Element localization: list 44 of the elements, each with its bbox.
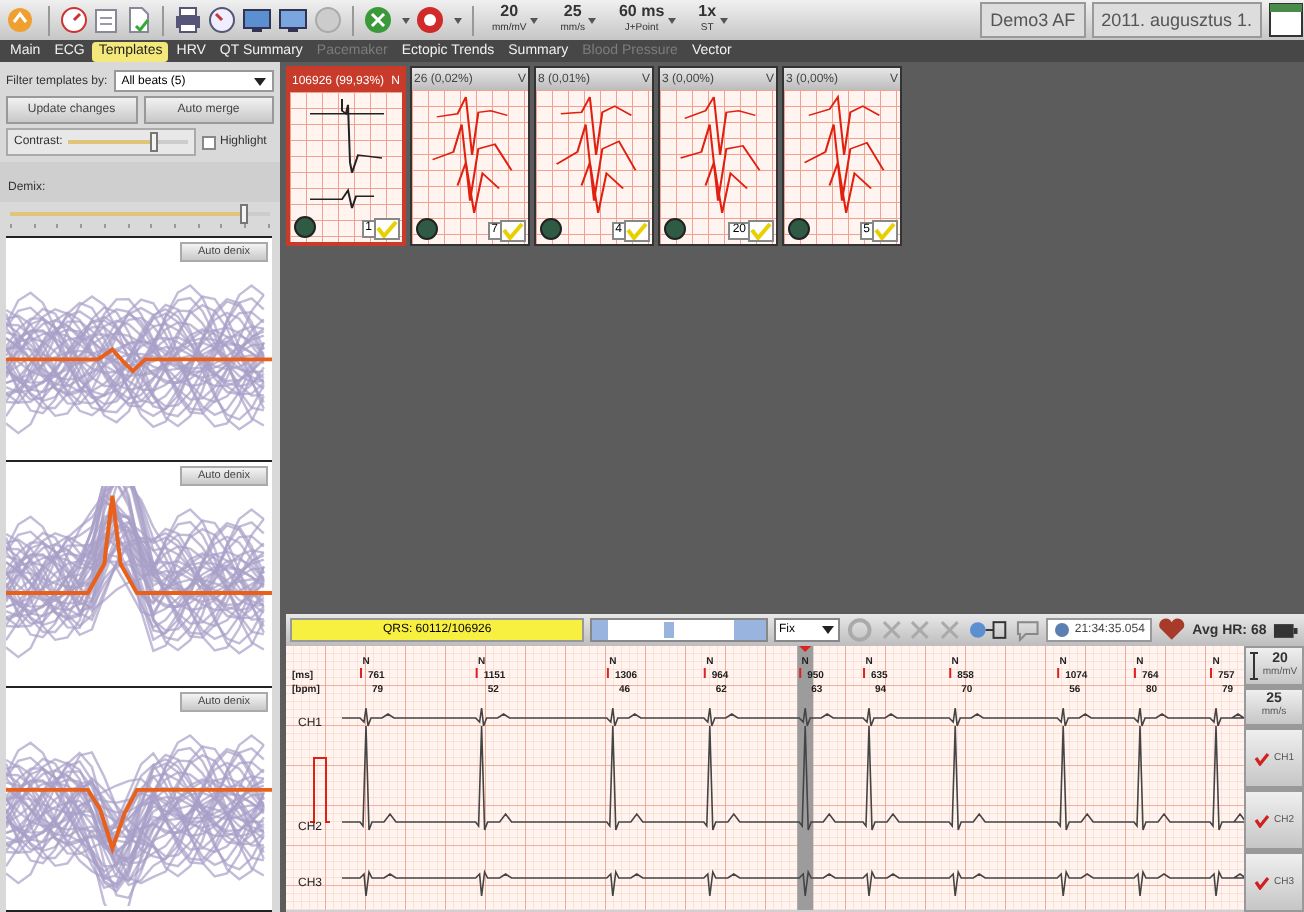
template-checkbox[interactable] xyxy=(748,220,774,242)
beat-marker xyxy=(475,668,478,678)
status-dot-icon xyxy=(294,216,316,238)
beat-marker xyxy=(606,668,609,678)
scrollbar[interactable] xyxy=(590,618,768,642)
beat-marker xyxy=(1133,668,1136,678)
app-logo-icon[interactable] xyxy=(6,6,38,34)
beat-marker xyxy=(863,668,866,678)
beat-marker xyxy=(799,668,802,678)
speech-bubble-icon[interactable] xyxy=(1013,617,1041,643)
template-checkbox[interactable] xyxy=(624,220,650,242)
caret-icon[interactable] xyxy=(402,17,410,23)
calendar-icon[interactable] xyxy=(1268,2,1304,38)
beat-marker xyxy=(1210,668,1212,678)
template-checkbox[interactable] xyxy=(374,218,400,240)
device-icon[interactable] xyxy=(1272,618,1300,642)
beat-marker xyxy=(360,668,362,678)
patient-field: Demo3 AF xyxy=(980,2,1086,38)
cross-icon[interactable] xyxy=(938,618,963,642)
highlight-checkbox[interactable] xyxy=(202,135,216,149)
beat-marker xyxy=(949,668,952,678)
amplitude-icon xyxy=(1250,651,1259,680)
gauge-icon[interactable] xyxy=(208,6,236,34)
status-dot-icon xyxy=(540,218,562,240)
cross-icon[interactable] xyxy=(908,618,933,642)
template-checkbox[interactable] xyxy=(872,220,898,242)
status-dot-icon xyxy=(788,218,810,240)
clock-icon xyxy=(1054,622,1071,638)
printer-icon[interactable] xyxy=(174,6,202,34)
status-dot-icon xyxy=(664,218,686,240)
caret-icon[interactable] xyxy=(454,17,462,23)
monitor-icon[interactable] xyxy=(278,6,308,34)
document-icon[interactable] xyxy=(126,6,152,34)
heart-icon xyxy=(1158,618,1187,642)
cross-icon[interactable] xyxy=(879,618,903,642)
notepad-icon[interactable] xyxy=(94,6,120,34)
status-dot-icon xyxy=(416,218,438,240)
monitor-icon[interactable] xyxy=(242,6,272,34)
beat-marker xyxy=(703,668,706,678)
date-field: 2011. augusztus 1. xyxy=(1091,2,1262,38)
gauge-icon[interactable] xyxy=(60,6,88,34)
calibration-pulse xyxy=(309,757,331,823)
template-checkbox[interactable] xyxy=(500,220,526,242)
beat-marker xyxy=(1057,668,1060,678)
